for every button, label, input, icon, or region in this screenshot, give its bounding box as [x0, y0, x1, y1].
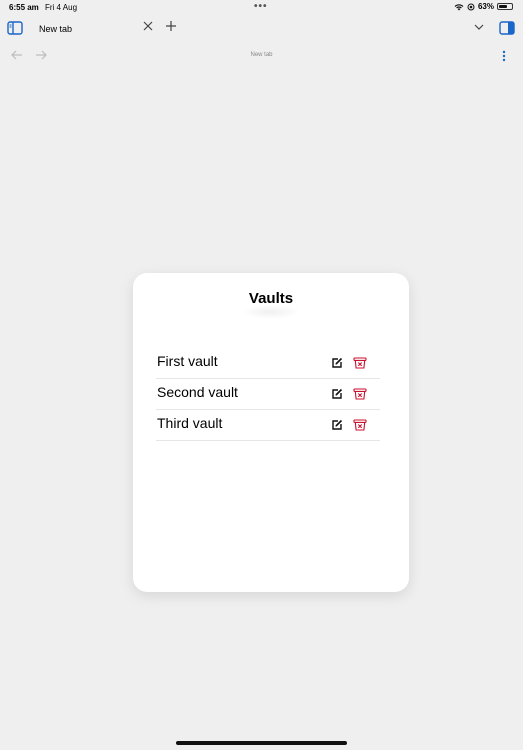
tab-strip: New tab: [0, 14, 523, 42]
navigation-bar: New tab: [0, 42, 523, 68]
trash-icon[interactable]: [353, 357, 367, 369]
chevron-down-icon[interactable]: [474, 23, 484, 31]
vault-name[interactable]: Second vault: [157, 384, 238, 400]
plus-icon[interactable]: [165, 20, 177, 32]
vault-list: First vault Second vault Third vault: [156, 348, 380, 441]
status-bar: 6:55 am Fri 4 Aug ••• 63%: [0, 0, 523, 14]
multitasking-dots-icon[interactable]: •••: [254, 1, 268, 12]
tab-overview-icon[interactable]: [499, 21, 515, 35]
edit-icon[interactable]: [331, 419, 343, 431]
vault-name[interactable]: Third vault: [157, 415, 222, 431]
vault-name[interactable]: First vault: [157, 353, 218, 369]
location-icon: [467, 3, 475, 11]
vault-row[interactable]: Second vault: [156, 379, 380, 410]
sidebar-icon[interactable]: [7, 21, 23, 35]
battery-level: [499, 5, 507, 8]
edit-icon[interactable]: [331, 357, 343, 369]
tab-title[interactable]: New tab: [39, 24, 72, 34]
status-time: 6:55 am: [9, 3, 39, 12]
status-date: Fri 4 Aug: [45, 3, 78, 12]
close-icon[interactable]: [143, 21, 153, 31]
title-shadow: [241, 305, 301, 319]
wifi-icon: [454, 3, 464, 11]
page-address[interactable]: New tab: [0, 52, 523, 58]
status-indicators: 63%: [454, 2, 513, 11]
vault-row[interactable]: First vault: [156, 348, 380, 379]
vault-row[interactable]: Third vault: [156, 410, 380, 441]
battery-percent: 63%: [477, 2, 494, 11]
home-indicator[interactable]: [176, 741, 347, 745]
more-vertical-icon[interactable]: [501, 49, 507, 63]
edit-icon[interactable]: [331, 388, 343, 400]
trash-icon[interactable]: [353, 419, 367, 431]
battery-icon: [497, 3, 513, 10]
vaults-card: Vaults First vault Second vault Third va…: [133, 273, 409, 592]
trash-icon[interactable]: [353, 388, 367, 400]
